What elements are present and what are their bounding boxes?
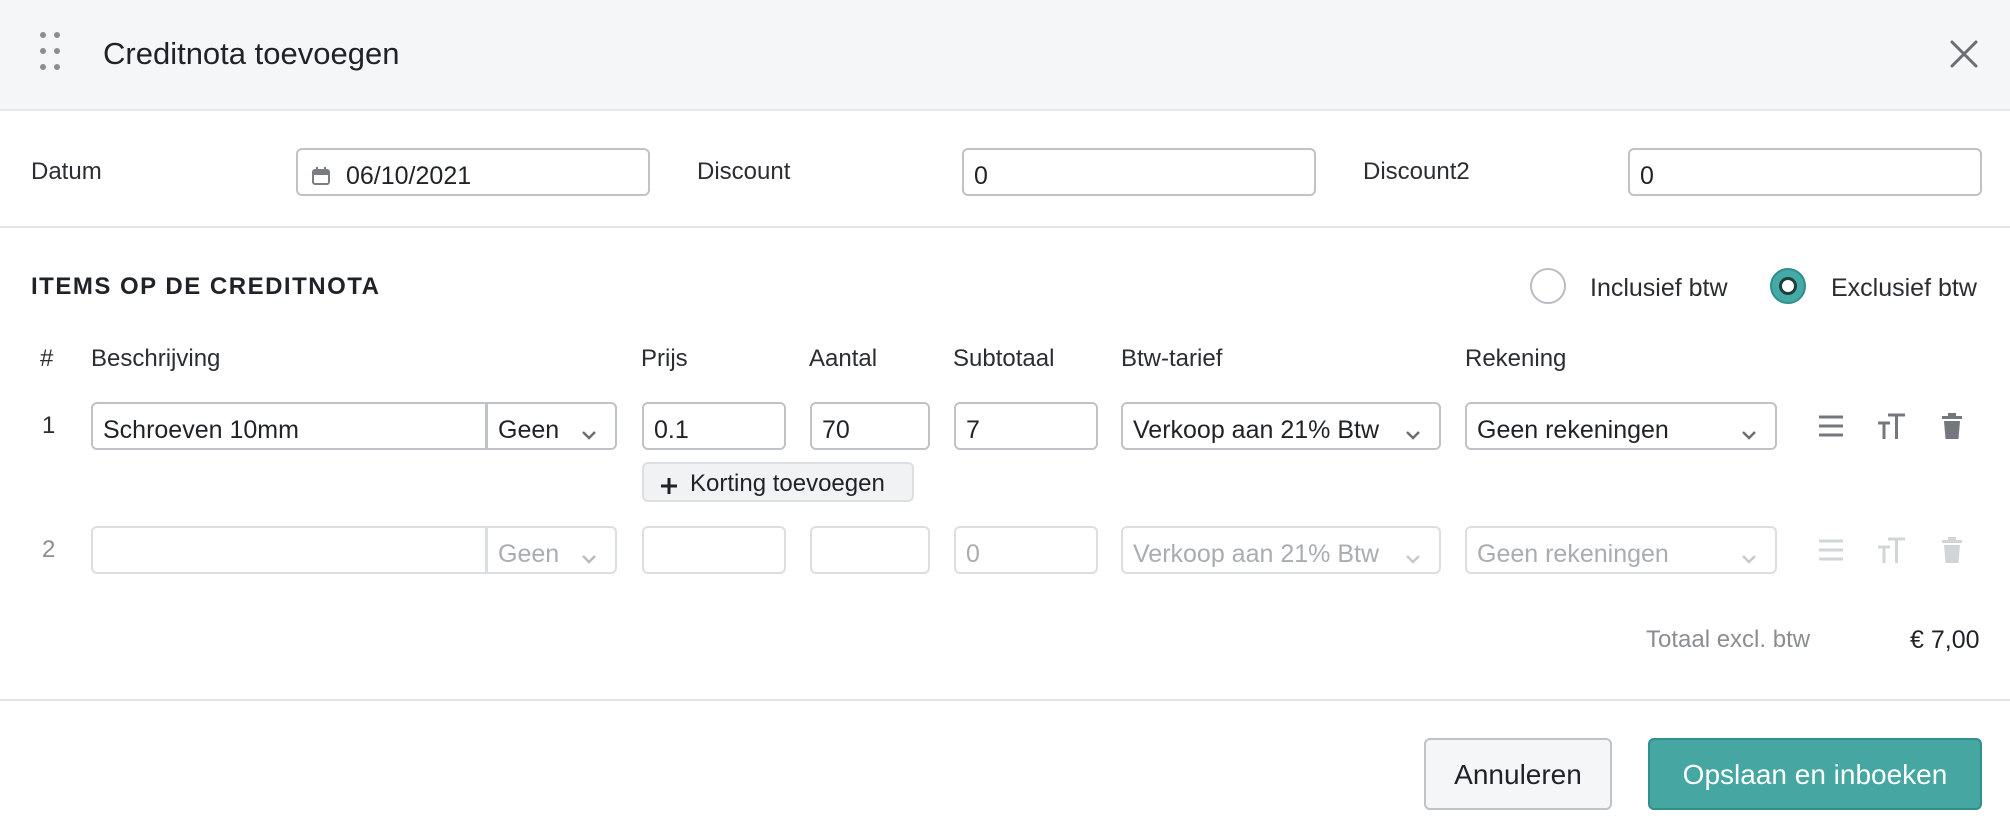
lines-icon[interactable] xyxy=(1816,535,1846,565)
quantity-input[interactable] xyxy=(810,526,930,574)
datum-field[interactable]: 06/10/2021 xyxy=(296,148,650,196)
vat-rate-select[interactable]: Verkoop aan 21% Btw xyxy=(1121,526,1441,574)
row-number: 2 xyxy=(42,536,56,563)
add-discount-button[interactable]: Korting toevoegen xyxy=(642,462,914,502)
discount2-label: Discount2 xyxy=(1363,158,1470,185)
quantity-input[interactable]: 70 xyxy=(810,402,930,450)
chevron-down-icon xyxy=(1405,543,1421,564)
text-size-icon[interactable] xyxy=(1876,535,1906,565)
account-select[interactable]: Geen rekeningen xyxy=(1465,526,1777,574)
add-discount-label: Korting toevoegen xyxy=(690,470,885,497)
subtotal-input[interactable]: 7 xyxy=(954,402,1098,450)
account-select[interactable]: Geen rekeningen xyxy=(1465,402,1777,450)
datum-value: 06/10/2021 xyxy=(346,162,472,190)
total-label: Totaal excl. btw xyxy=(1646,626,1811,653)
row-number: 1 xyxy=(42,412,56,439)
chevron-down-icon xyxy=(1405,419,1421,440)
chevron-down-icon xyxy=(1741,543,1757,564)
unit-select[interactable]: Geen xyxy=(486,526,617,574)
description-input[interactable] xyxy=(91,526,487,574)
col-vat-rate: Btw-tarief xyxy=(1121,345,1223,372)
divider xyxy=(0,699,2010,701)
text-size-icon[interactable] xyxy=(1876,411,1906,441)
col-account: Rekening xyxy=(1465,345,1567,372)
account-value: Geen rekeningen xyxy=(1477,416,1669,444)
discount-field[interactable]: 0 xyxy=(962,148,1316,196)
unit-value: Geen xyxy=(498,416,560,444)
dialog-title: Creditnota toevoegen xyxy=(103,36,400,71)
description-input[interactable]: Schroeven 10mm xyxy=(91,402,487,450)
dialog-header: Creditnota toevoegen xyxy=(0,0,2010,111)
datum-label: Datum xyxy=(31,158,102,185)
vat-rate-select[interactable]: Verkoop aan 21% Btw xyxy=(1121,402,1441,450)
unit-value: Geen xyxy=(498,540,560,568)
unit-select[interactable]: Geen xyxy=(486,402,617,450)
save-button[interactable]: Opslaan en inboeken xyxy=(1648,738,1982,810)
discount-label: Discount xyxy=(697,158,791,185)
total-value: € 7,00 xyxy=(1910,626,1980,654)
radio-inclusief-label: Inclusief btw xyxy=(1590,274,1728,302)
price-input[interactable] xyxy=(642,526,786,574)
radio-exclusief-label: Exclusief btw xyxy=(1831,274,1977,302)
items-section-title: ITEMS OP DE CREDITNOTA xyxy=(31,273,381,300)
chevron-down-icon xyxy=(581,419,597,440)
calendar-icon xyxy=(312,163,330,185)
col-quantity: Aantal xyxy=(809,345,878,372)
chevron-down-icon xyxy=(1741,419,1757,440)
discount2-field[interactable]: 0 xyxy=(1628,148,1982,196)
close-icon[interactable] xyxy=(1946,36,1982,72)
drag-handle-icon[interactable] xyxy=(40,32,64,72)
trash-icon[interactable] xyxy=(1937,535,1967,565)
chevron-down-icon xyxy=(581,543,597,564)
radio-inclusief-btw[interactable] xyxy=(1530,268,1566,304)
vat-rate-value: Verkoop aan 21% Btw xyxy=(1133,416,1379,444)
trash-icon[interactable] xyxy=(1937,411,1967,441)
plus-icon xyxy=(660,474,678,494)
account-value: Geen rekeningen xyxy=(1477,540,1669,568)
vat-rate-value: Verkoop aan 21% Btw xyxy=(1133,540,1379,568)
col-number: # xyxy=(40,345,54,372)
col-subtotal: Subtotaal xyxy=(953,345,1055,372)
col-price: Prijs xyxy=(641,345,688,372)
cancel-button[interactable]: Annuleren xyxy=(1424,738,1612,810)
divider xyxy=(0,226,2010,228)
radio-exclusief-btw[interactable] xyxy=(1770,268,1806,304)
price-input[interactable]: 0.1 xyxy=(642,402,786,450)
lines-icon[interactable] xyxy=(1816,411,1846,441)
subtotal-input[interactable]: 0 xyxy=(954,526,1098,574)
col-description: Beschrijving xyxy=(91,345,221,372)
